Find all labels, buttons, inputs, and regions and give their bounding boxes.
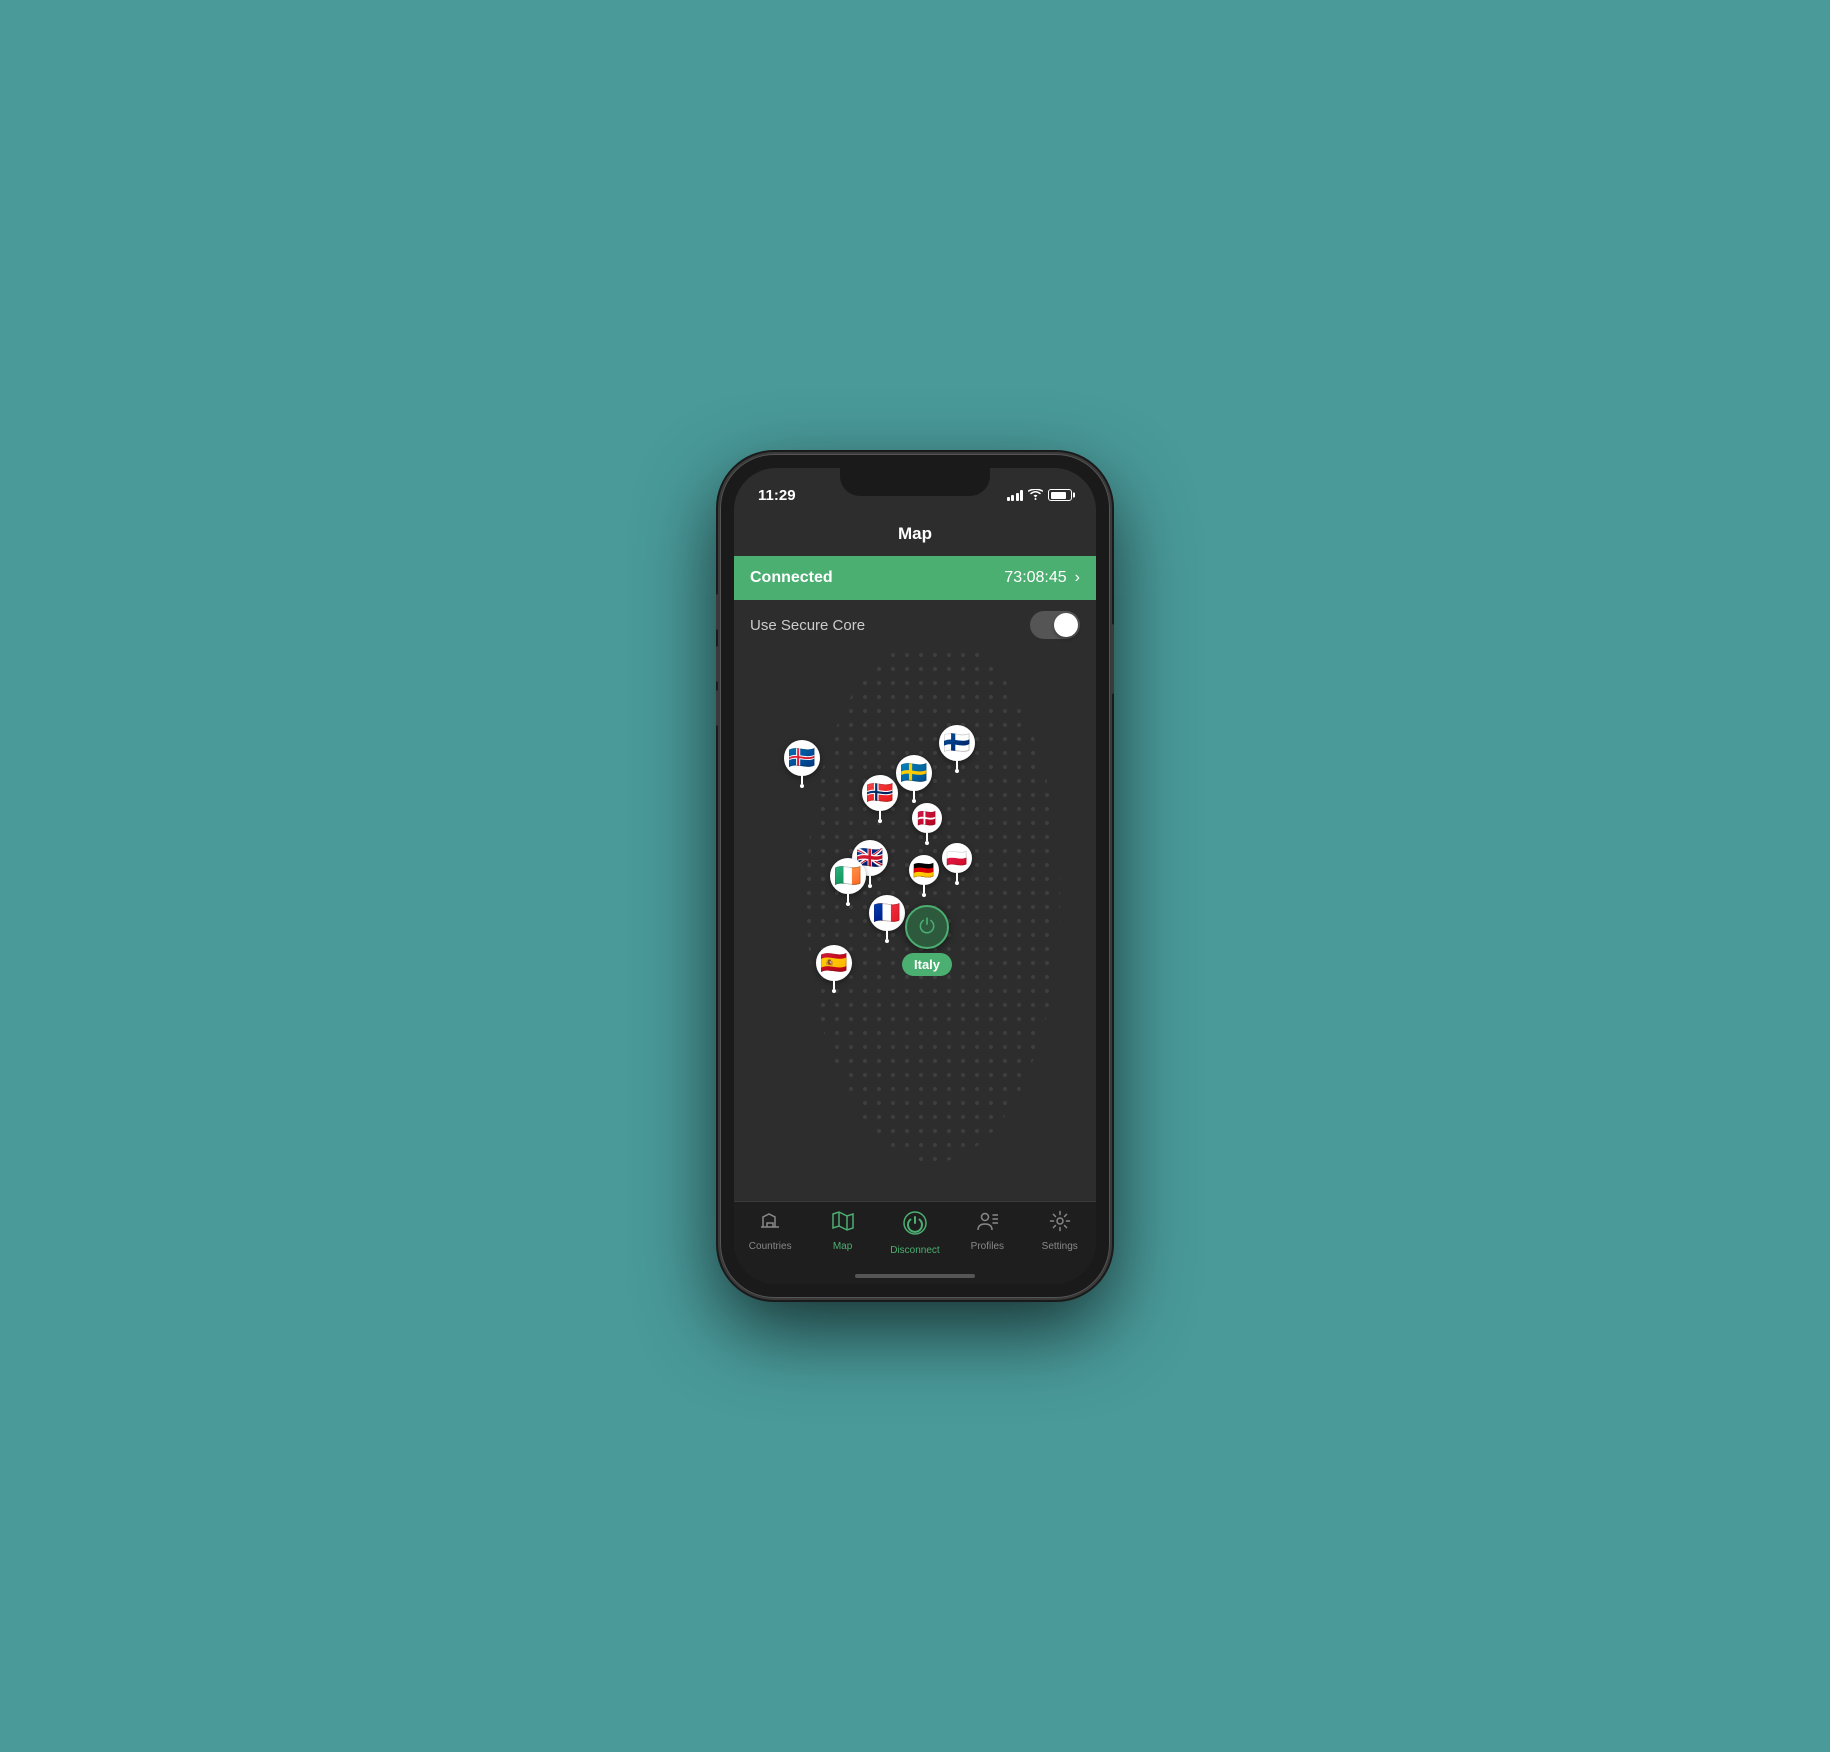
settings-icon [1049, 1210, 1071, 1238]
italy-power-circle: ⏻ [905, 905, 949, 949]
flag-sweden: 🇸🇪 [896, 755, 932, 791]
tab-disconnect-label: Disconnect [890, 1245, 939, 1256]
countries-icon [759, 1210, 781, 1238]
profiles-icon [976, 1210, 998, 1238]
flag-ireland: 🇮🇪 [830, 858, 866, 894]
flag-iceland: 🇮🇸 [784, 740, 820, 776]
chevron-right-icon: › [1075, 569, 1080, 587]
flag-germany: 🇩🇪 [909, 855, 939, 885]
italy-label: Italy [902, 953, 952, 976]
toggle-knob [1054, 613, 1078, 637]
tab-settings[interactable]: Settings [1025, 1210, 1095, 1252]
wifi-icon [1028, 488, 1043, 503]
tab-profiles-label: Profiles [971, 1241, 1004, 1252]
power-icon: ⏻ [919, 916, 935, 939]
pin-italy-active[interactable]: ⏻ Italy [902, 905, 952, 976]
flag-france: 🇫🇷 [869, 895, 905, 931]
flag-spain: 🇪🇸 [816, 945, 852, 981]
status-icons [1007, 488, 1073, 503]
tab-bar: Countries Map [734, 1201, 1096, 1284]
pin-spain[interactable]: 🇪🇸 [816, 945, 852, 993]
pin-ireland[interactable]: 🇮🇪 [830, 858, 866, 906]
tab-profiles[interactable]: Profiles [952, 1210, 1022, 1252]
pin-finland[interactable]: 🇫🇮 [939, 725, 975, 773]
tab-map[interactable]: Map [808, 1210, 878, 1252]
notch [840, 468, 990, 496]
title-bar: Map [734, 512, 1096, 556]
page-title: Map [898, 524, 932, 544]
pin-iceland[interactable]: 🇮🇸 [784, 740, 820, 788]
secure-core-toggle[interactable] [1030, 611, 1080, 639]
battery-icon [1048, 489, 1072, 501]
secure-core-label: Use Secure Core [750, 617, 865, 634]
tab-settings-label: Settings [1042, 1241, 1078, 1252]
pin-denmark[interactable]: 🇩🇰 [912, 803, 942, 845]
phone-device: 11:29 [720, 454, 1110, 1298]
pin-france[interactable]: 🇫🇷 [869, 895, 905, 943]
map-area: 🇮🇸 🇳🇴 🇸🇪 🇫🇮 [734, 650, 1096, 1201]
connected-bar[interactable]: Connected 73:08:45 › [734, 556, 1096, 600]
connection-status: Connected [750, 569, 833, 587]
tab-countries[interactable]: Countries [735, 1210, 805, 1252]
flag-finland: 🇫🇮 [939, 725, 975, 761]
map-icon [832, 1210, 854, 1238]
home-indicator [855, 1274, 975, 1278]
pin-norway[interactable]: 🇳🇴 [862, 775, 898, 823]
status-time: 11:29 [758, 487, 796, 504]
phone-screen: 11:29 [734, 468, 1096, 1284]
disconnect-icon [902, 1210, 928, 1242]
connection-timer: 73:08:45 › [1004, 569, 1080, 587]
tab-map-label: Map [833, 1241, 852, 1252]
battery-fill [1051, 492, 1066, 499]
tab-countries-label: Countries [749, 1241, 792, 1252]
flag-poland: 🇵🇱 [942, 843, 972, 873]
flag-denmark: 🇩🇰 [912, 803, 942, 833]
pin-sweden[interactable]: 🇸🇪 [896, 755, 932, 803]
flag-norway: 🇳🇴 [862, 775, 898, 811]
secure-core-row: Use Secure Core [734, 600, 1096, 650]
pin-poland[interactable]: 🇵🇱 [942, 843, 972, 885]
signal-icon [1007, 490, 1024, 501]
pin-germany[interactable]: 🇩🇪 [909, 855, 939, 897]
tab-disconnect[interactable]: Disconnect [880, 1210, 950, 1256]
